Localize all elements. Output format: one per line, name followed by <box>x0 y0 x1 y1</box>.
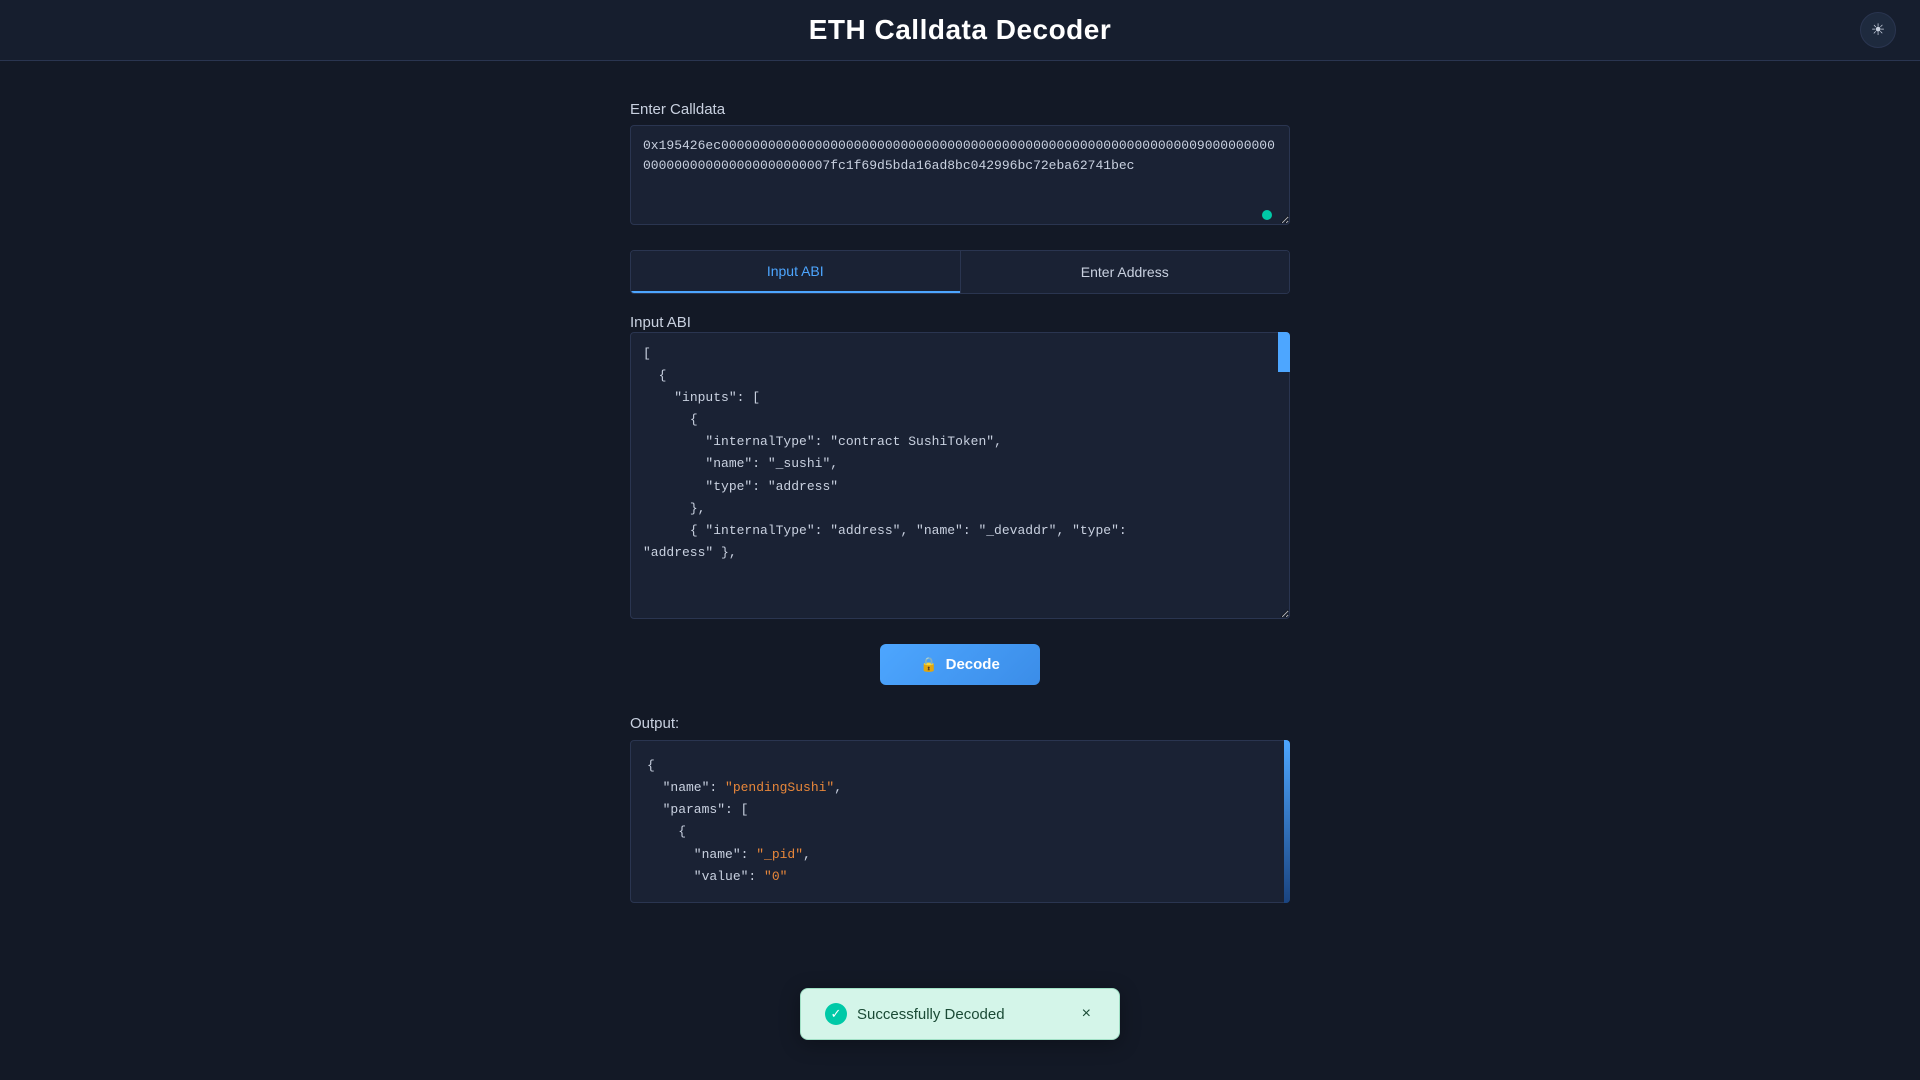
toast-check-icon: ✓ <box>825 1003 847 1025</box>
abi-section: Input ABI [ { "inputs": [ { "internalTyp… <box>630 314 1290 624</box>
page-title: ETH Calldata Decoder <box>809 14 1112 46</box>
lock-icon: 🔒 <box>920 656 937 673</box>
calldata-label: Enter Calldata <box>630 101 725 118</box>
output-section: Output: { "name": "pendingSushi", "param… <box>630 715 1290 903</box>
tab-input-abi[interactable]: Input ABI <box>631 251 960 293</box>
output-box: { "name": "pendingSushi", "params": [ { … <box>630 740 1290 903</box>
tab-enter-address[interactable]: Enter Address <box>961 251 1290 293</box>
toast-left: ✓ Successfully Decoded <box>825 1003 1005 1025</box>
abi-wrapper: [ { "inputs": [ { "internalType": <span … <box>630 332 1290 624</box>
abi-input[interactable]: [ { "inputs": [ { "internalType": <span … <box>630 332 1290 619</box>
tab-bar: Input ABI Enter Address <box>630 250 1290 294</box>
sun-icon: ☀ <box>1871 20 1885 40</box>
theme-toggle-button[interactable]: ☀ <box>1860 12 1896 48</box>
success-toast: ✓ Successfully Decoded × <box>800 988 1120 1040</box>
abi-label: Input ABI <box>630 314 691 331</box>
decode-button[interactable]: 🔒 Decode <box>880 644 1040 685</box>
calldata-dot-indicator <box>1262 210 1272 220</box>
decode-button-label: Decode <box>946 656 1000 673</box>
output-side-bar <box>1284 740 1290 903</box>
calldata-input[interactable]: 0x195426ec000000000000000000000000000000… <box>630 125 1290 225</box>
toast-message: Successfully Decoded <box>857 1006 1005 1023</box>
output-label: Output: <box>630 715 1290 732</box>
abi-blue-indicator <box>1278 332 1290 372</box>
app-header: ETH Calldata Decoder ☀ <box>0 0 1920 61</box>
output-wrapper: { "name": "pendingSushi", "params": [ { … <box>630 740 1290 903</box>
calldata-wrapper: 0x195426ec000000000000000000000000000000… <box>630 125 1290 230</box>
toast-close-button[interactable]: × <box>1078 1005 1095 1023</box>
